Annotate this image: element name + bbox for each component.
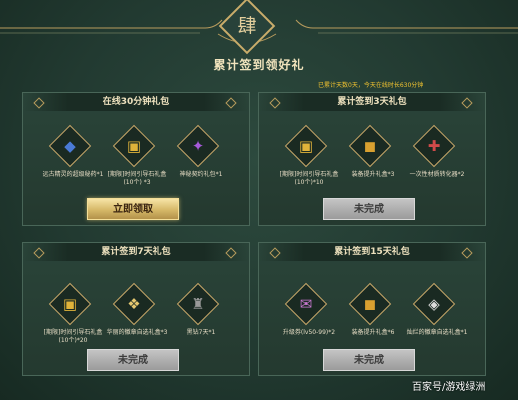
panel-signin-15days: 累计签到15天礼包 ✉ 升级券(lv50-99)*2 ◼ 装备提升礼盒*6 ◈ … (258, 242, 486, 376)
signin-status-text: 已累计天数0天，今天在线时长630分钟 (318, 82, 424, 89)
watermark-text: 百家号/游戏绿洲 (412, 382, 486, 393)
incomplete-button[interactable]: 未完成 (323, 349, 415, 371)
page-title: 累计签到领好礼 (213, 58, 305, 72)
reward-item-label: 黑钻7天*1 (186, 329, 216, 336)
silver-emblem-icon: ◈ (428, 295, 440, 313)
reward-item-label: [期限]时间引导石礼盒 (10个) *3 (107, 171, 167, 186)
panel-online-30min: 在线30分钟礼包 ◆ 远古精灵的超级秘药*1 ▣ [期限]时间引导石礼盒 (10… (22, 92, 250, 226)
panel-title: 累计签到3天礼包 (259, 93, 485, 111)
gold-chest-icon: ◼ (363, 295, 377, 313)
panel-title: 累计签到7天礼包 (23, 243, 249, 261)
panel-title: 在线30分钟礼包 (23, 93, 249, 111)
panel-signin-3days: 累计签到3天礼包 ▣ [期限]时间引导石礼盒 (10个)*10 ◼ 装备提升礼盒… (258, 92, 486, 226)
reward-item-label: 装备提升礼盒*3 (351, 171, 395, 178)
red-potion-icon: ✚ (427, 137, 441, 155)
emblem-character: 肆 (237, 15, 257, 37)
reward-item-label: [期限]时间引导石礼盒 (10个)*10 (279, 171, 339, 186)
reward-item-label: 灿烂的徽章自选礼盒*1 (406, 329, 468, 336)
incomplete-button[interactable]: 未完成 (323, 198, 415, 220)
dark-armor-icon: ♜ (191, 295, 205, 313)
golden-box-icon: ▣ (298, 137, 314, 155)
reward-item-label: 一次性材质转化器*2 (409, 171, 465, 178)
blue-gem-pack-icon: ◆ (64, 137, 76, 155)
reward-item-label: 升级券(lv50-99)*2 (282, 329, 336, 336)
reward-item-label: 华丽的徽章自选礼盒*3 (106, 329, 168, 336)
upgrade-ticket-icon: ✉ (299, 295, 313, 313)
gold-chest-icon: ◼ (363, 137, 377, 155)
event-window: 肆 累计签到领好礼 已累计天数0天，今天在线时长630分钟 在线30分钟礼包 ◆… (0, 0, 518, 400)
reward-item-label: [期限]时间引导石礼盒 (10个)*20 (43, 329, 103, 344)
panel-title: 累计签到15天礼包 (259, 243, 485, 261)
purple-contract-icon: ✦ (191, 137, 205, 155)
emblem-box-icon: ❖ (127, 295, 141, 313)
panel-signin-7days: 累计签到7天礼包 ▣ [期限]时间引导石礼盒 (10个)*20 ❖ 华丽的徽章自… (22, 242, 250, 376)
claim-button[interactable]: 立即领取 (87, 198, 179, 220)
golden-box-icon: ▣ (62, 295, 78, 313)
incomplete-button[interactable]: 未完成 (87, 349, 179, 371)
reward-item-label: 远古精灵的超级秘药*1 (42, 171, 104, 178)
reward-item-label: 装备提升礼盒*6 (351, 329, 395, 336)
golden-box-icon: ▣ (126, 137, 142, 155)
reward-item-label: 神秘契约礼包*1 (179, 171, 223, 178)
